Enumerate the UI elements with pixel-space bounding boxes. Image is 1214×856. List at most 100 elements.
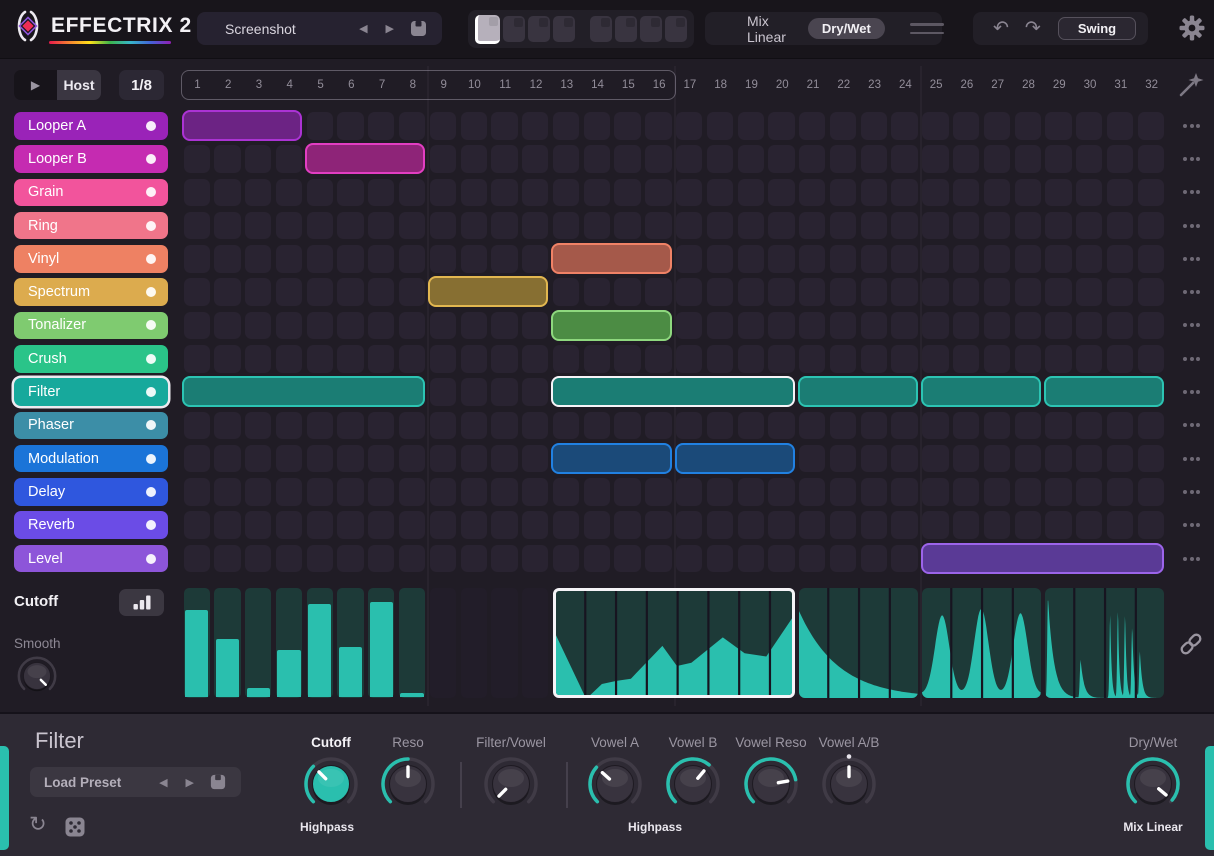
grid-cell[interactable] [1045, 178, 1072, 207]
grid-cell[interactable] [429, 245, 457, 273]
grid-cell[interactable] [337, 444, 364, 473]
grid-cell[interactable] [829, 245, 857, 273]
grid-cell[interactable] [1106, 178, 1134, 207]
grid-cell[interactable] [737, 511, 764, 539]
effect-preset-next-icon[interactable]: ▶ [177, 776, 203, 789]
grid-cell[interactable] [1014, 278, 1041, 306]
grid-cell[interactable] [768, 278, 795, 306]
grid-cell[interactable] [522, 245, 549, 273]
grid-cell[interactable] [768, 345, 795, 373]
grid-cell[interactable] [953, 511, 980, 539]
grid-cell[interactable] [645, 345, 672, 373]
grid-cell[interactable] [429, 511, 457, 539]
grid-cell[interactable] [1045, 411, 1072, 440]
grid-cell[interactable] [337, 112, 364, 140]
grid-cell[interactable] [983, 211, 1011, 240]
grid-cell[interactable] [491, 444, 518, 473]
grid-cell[interactable] [522, 211, 549, 240]
grid-cell[interactable] [368, 478, 395, 506]
grid-cell[interactable] [891, 145, 918, 173]
grid-cell[interactable] [183, 411, 210, 440]
grid-cell[interactable] [368, 411, 395, 440]
effect-block-spectrum[interactable] [428, 276, 549, 308]
grid-cell[interactable] [922, 178, 949, 207]
envelope-empty-cell[interactable] [429, 588, 457, 698]
grid-cell[interactable] [1045, 345, 1072, 373]
grid-cell[interactable] [983, 145, 1011, 173]
grid-cell[interactable] [953, 345, 980, 373]
grid-cell[interactable] [1014, 478, 1041, 506]
effect-block-filter[interactable] [1043, 376, 1164, 408]
grid-cell[interactable] [645, 112, 672, 140]
grid-cell[interactable] [522, 145, 549, 173]
grid-cell[interactable] [460, 211, 487, 240]
grid-cell[interactable] [860, 511, 887, 539]
grid-cell[interactable] [1137, 411, 1164, 440]
grid-cell[interactable] [860, 444, 887, 473]
grid-cell[interactable] [429, 544, 457, 573]
grid-cell[interactable] [245, 311, 272, 340]
grid-cell[interactable] [183, 278, 210, 306]
grid-cell[interactable] [983, 411, 1011, 440]
grid-cell[interactable] [552, 145, 580, 173]
grid-cell[interactable] [860, 311, 887, 340]
grid-cell[interactable] [706, 544, 734, 573]
grid-cell[interactable] [737, 112, 764, 140]
grid-cell[interactable] [583, 145, 610, 173]
grid-cell[interactable] [337, 345, 364, 373]
grid-cell[interactable] [1106, 145, 1134, 173]
grid-cell[interactable] [737, 478, 764, 506]
track-label-looper-b[interactable]: Looper B [14, 145, 168, 173]
grid-cell[interactable] [1014, 178, 1041, 207]
grid-cell[interactable] [1106, 411, 1134, 440]
grid-cell[interactable] [676, 278, 703, 306]
grid-cell[interactable] [1106, 478, 1134, 506]
host-sync-button[interactable]: Host [57, 70, 101, 100]
grid-cell[interactable] [953, 478, 980, 506]
grid-cell[interactable] [491, 478, 518, 506]
grid-cell[interactable] [306, 478, 333, 506]
grid-cell[interactable] [891, 345, 918, 373]
grid-cell[interactable] [583, 511, 610, 539]
grid-cell[interactable] [953, 145, 980, 173]
grid-cell[interactable] [983, 444, 1011, 473]
track-label-phaser[interactable]: Phaser [14, 411, 168, 440]
track-options-icon[interactable] [1178, 545, 1205, 573]
grid-cell[interactable] [614, 178, 641, 207]
grid-cell[interactable] [922, 211, 949, 240]
grid-cell[interactable] [398, 178, 426, 207]
grid-cell[interactable] [306, 411, 333, 440]
grid-cell[interactable] [460, 378, 487, 406]
grid-cell[interactable] [645, 478, 672, 506]
grid-cell[interactable] [829, 345, 857, 373]
grid-cell[interactable] [368, 511, 395, 539]
track-options-icon[interactable] [1178, 378, 1205, 406]
track-enable-dot[interactable] [146, 553, 156, 564]
grid-cell[interactable] [245, 511, 272, 539]
grid-cell[interactable] [491, 378, 518, 406]
grid-cell[interactable] [183, 311, 210, 340]
grid-cell[interactable] [768, 211, 795, 240]
effect-block-filter[interactable] [920, 376, 1041, 408]
knob-reso[interactable] [375, 751, 441, 817]
envelope-step-cell[interactable] [183, 588, 210, 698]
envelope-step-cell[interactable] [306, 588, 333, 698]
grid-cell[interactable] [891, 544, 918, 573]
grid-cell[interactable] [799, 178, 826, 207]
grid-cell[interactable] [953, 444, 980, 473]
grid-cell[interactable] [275, 345, 303, 373]
grid-cell[interactable] [1045, 112, 1072, 140]
grid-cell[interactable] [1014, 511, 1041, 539]
grid-cell[interactable] [306, 245, 333, 273]
grid-cell[interactable] [522, 311, 549, 340]
grid-cell[interactable] [398, 511, 426, 539]
grid-cell[interactable] [1045, 145, 1072, 173]
effect-preset-prev-icon[interactable]: ◀ [150, 776, 176, 789]
grid-cell[interactable] [522, 411, 549, 440]
grid-cell[interactable] [983, 245, 1011, 273]
grid-cell[interactable] [214, 211, 241, 240]
track-enable-dot[interactable] [146, 420, 156, 431]
grid-cell[interactable] [245, 544, 272, 573]
magic-wand-icon[interactable] [1177, 70, 1205, 98]
grid-cell[interactable] [860, 145, 887, 173]
